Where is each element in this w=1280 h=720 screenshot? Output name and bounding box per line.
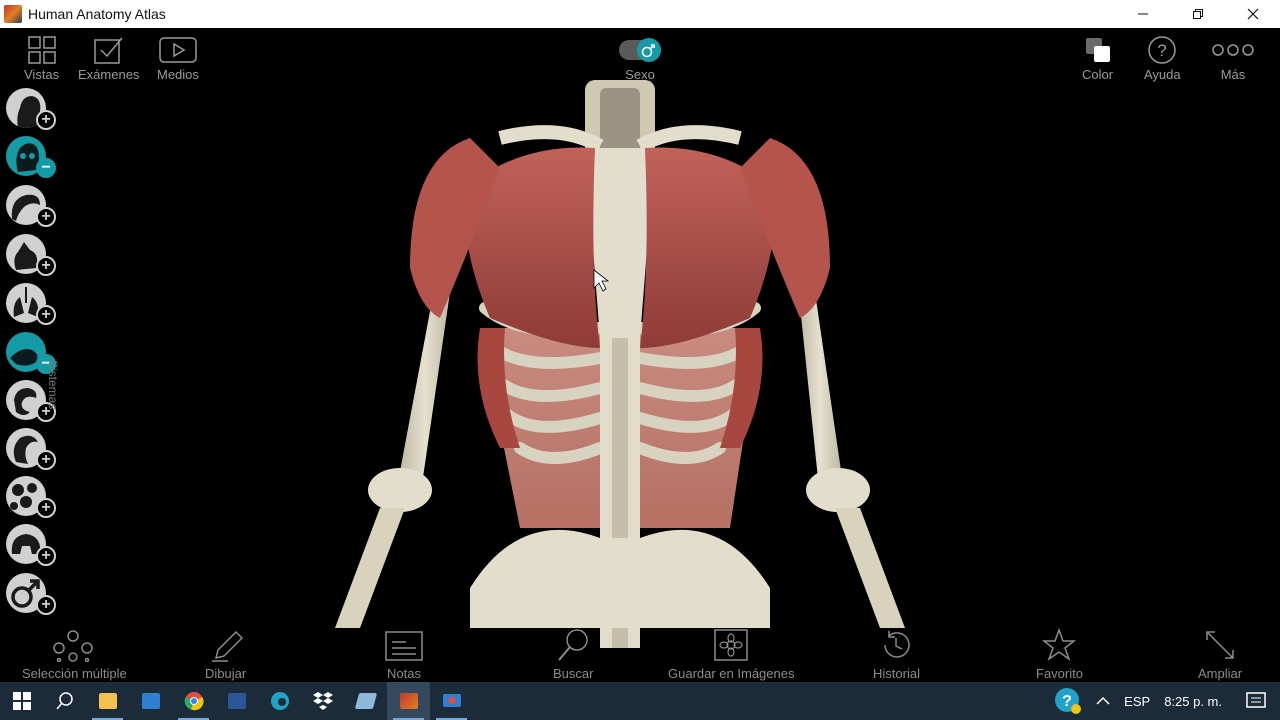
- taskbar-mail[interactable]: [129, 682, 172, 720]
- minimize-icon: [1137, 13, 1148, 15]
- notes-icon: [385, 631, 423, 661]
- system-endocrine-button[interactable]: +: [6, 524, 60, 568]
- taskbar-dropbox[interactable]: [301, 682, 344, 720]
- windows-taskbar: ? ESP 8:25 p. m.: [0, 682, 1280, 720]
- notes-app-icon: [354, 693, 377, 709]
- svg-text:?: ?: [1158, 41, 1167, 60]
- taskbar-search-button[interactable]: [43, 682, 86, 720]
- notes-button[interactable]: Notas: [384, 624, 424, 681]
- examenes-button[interactable]: Exámenes: [78, 34, 139, 82]
- close-icon: [1247, 8, 1258, 20]
- taskbar-chrome[interactable]: [172, 682, 215, 720]
- vistas-button[interactable]: Vistas: [24, 34, 59, 82]
- restore-button[interactable]: [1170, 0, 1225, 28]
- color-squares-icon: [1085, 38, 1110, 62]
- minimize-button[interactable]: [1115, 0, 1170, 28]
- history-button[interactable]: Historial: [873, 624, 920, 681]
- add-badge: +: [36, 305, 56, 325]
- male-toggle-icon: [619, 38, 661, 62]
- taskbar-edge[interactable]: [258, 682, 301, 720]
- play-icon: [159, 37, 197, 63]
- save-image-button[interactable]: Guardar en Imágenes: [668, 624, 794, 681]
- system-lymphatic-button[interactable]: +: [6, 476, 60, 520]
- language-indicator[interactable]: ESP: [1124, 694, 1150, 709]
- app-icon: [4, 5, 22, 23]
- notifications-icon[interactable]: [1246, 692, 1266, 710]
- dropbox-icon: [312, 692, 333, 710]
- system-skin-button[interactable]: +: [6, 88, 60, 132]
- draw-button[interactable]: Dibujar: [205, 624, 246, 681]
- history-icon: [884, 631, 911, 658]
- search-icon: [558, 629, 588, 661]
- more-icon: [1212, 44, 1254, 56]
- add-badge: +: [36, 450, 56, 470]
- system-nervous-button[interactable]: +: [6, 428, 60, 472]
- system-skeletal-button[interactable]: −: [6, 136, 60, 180]
- favorite-button[interactable]: Favorito: [1036, 624, 1083, 681]
- screen-recorder-icon: [442, 694, 461, 707]
- search-icon: [55, 692, 73, 710]
- systems-label: Sistemas: [46, 360, 60, 410]
- window-title: Human Anatomy Atlas: [28, 6, 166, 22]
- color-button[interactable]: Color: [1082, 34, 1113, 82]
- mail-icon: [141, 693, 160, 709]
- sex-toggle[interactable]: Sexo: [618, 34, 662, 82]
- anatomy-viewport[interactable]: Vistas Exámenes Medios Sexo Color ? Ayud…: [0, 28, 1280, 682]
- file-explorer-icon: [98, 693, 117, 709]
- help-icon[interactable]: ?: [1054, 687, 1082, 715]
- chevron-up-icon[interactable]: [1096, 696, 1110, 706]
- save-image-icon: [714, 629, 748, 661]
- add-badge: +: [36, 595, 56, 615]
- search-button[interactable]: Buscar: [553, 624, 593, 681]
- system-connective-button[interactable]: +: [6, 185, 60, 229]
- add-badge: +: [36, 498, 56, 518]
- restore-icon: [1192, 9, 1203, 19]
- pencil-icon: [211, 630, 243, 662]
- multi-select-button[interactable]: Selección múltiple: [22, 624, 127, 681]
- svg-text:?: ?: [1062, 693, 1072, 710]
- expand-icon: [1206, 631, 1234, 659]
- start-button[interactable]: [0, 682, 43, 720]
- medios-button[interactable]: Medios: [157, 34, 199, 82]
- anatomy-app-icon: [399, 693, 418, 709]
- expand-button[interactable]: Ampliar: [1198, 624, 1242, 681]
- edge-icon: [270, 692, 289, 710]
- mas-button[interactable]: Más: [1212, 34, 1254, 82]
- system-cardio-button[interactable]: +: [6, 234, 60, 278]
- system-respiratory-button[interactable]: +: [6, 283, 60, 327]
- chrome-icon: [184, 692, 204, 711]
- taskbar-word[interactable]: [215, 682, 258, 720]
- remove-badge: −: [36, 158, 56, 178]
- taskbar-file-explorer[interactable]: [86, 682, 129, 720]
- clock[interactable]: 8:25 p. m.: [1164, 694, 1222, 709]
- add-badge: +: [36, 207, 56, 227]
- start-icon: [12, 692, 31, 710]
- add-badge: +: [36, 256, 56, 276]
- taskbar-screen-recorder[interactable]: [430, 682, 473, 720]
- grid-icon: [27, 36, 56, 64]
- taskbar-notes-app[interactable]: [344, 682, 387, 720]
- star-icon: [1042, 628, 1077, 661]
- taskbar-anatomy-app[interactable]: [387, 682, 430, 720]
- help-icon: ?: [1148, 36, 1177, 64]
- ayuda-button[interactable]: ? Ayuda: [1144, 34, 1181, 82]
- app-window: Human Anatomy Atlas Vistas Exámenes Medi…: [0, 0, 1280, 720]
- add-badge: +: [36, 110, 56, 130]
- title-bar: Human Anatomy Atlas: [0, 0, 1280, 28]
- system-tray: ? ESP 8:25 p. m.: [1054, 682, 1280, 720]
- close-button[interactable]: [1225, 0, 1280, 28]
- word-icon: [227, 693, 246, 709]
- multi-select-icon: [53, 630, 94, 662]
- checkbox-icon: [93, 37, 123, 64]
- system-reproductive-button[interactable]: +: [6, 573, 60, 617]
- add-badge: +: [36, 546, 56, 566]
- anatomy-model[interactable]: [0, 28, 1280, 682]
